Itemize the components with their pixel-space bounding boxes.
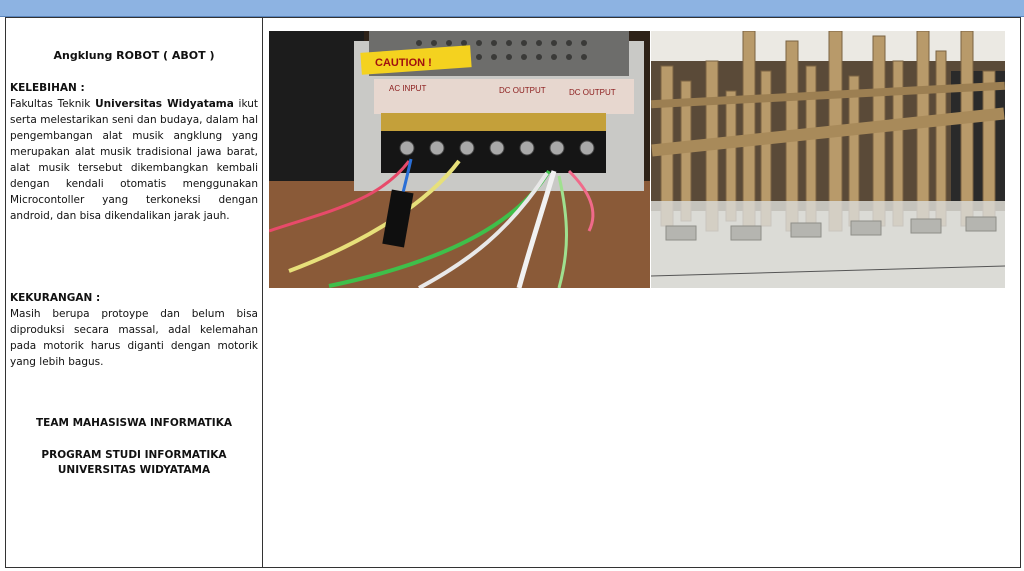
power-supply-photo: CAUTION ! AC INPUT DC OUTPUT DC OUTPUT (269, 31, 650, 288)
kelebihan-text-rest: ikut serta melestarikan seni dan budaya,… (10, 98, 258, 222)
column-divider (262, 17, 263, 568)
project-title: Angklung ROBOT ( ABOT ) (53, 49, 215, 62)
kelebihan-heading: KELEBIHAN : (10, 82, 85, 94)
caution-label: CAUTION ! (375, 57, 432, 69)
kelebihan-text: Fakultas Teknik Universitas Widyatama ik… (10, 96, 258, 224)
power-supply-illustration: CAUTION ! AC INPUT DC OUTPUT DC OUTPUT (269, 31, 650, 288)
angklung-robot-photo (651, 31, 1005, 288)
kelebihan-section: KELEBIHAN : Fakultas Teknik Universitas … (10, 80, 258, 224)
program-label: PROGRAM STUDI INFORMATIKA UNIVERSITAS WI… (10, 448, 258, 478)
kekurangan-section: KEKURANGAN : Masih berupa protoype dan b… (10, 290, 258, 370)
program-line-1: PROGRAM STUDI INFORMATIKA (41, 449, 227, 461)
kekurangan-heading: KEKURANGAN : (10, 292, 101, 304)
kelebihan-text-start: Fakultas Teknik (10, 98, 96, 110)
program-line-2: UNIVERSITAS WIDYATAMA (57, 464, 211, 476)
dc-output-label-2: DC OUTPUT (569, 88, 616, 97)
left-text-panel: Angklung ROBOT ( ABOT ) KELEBIHAN : Faku… (10, 17, 258, 567)
angklung-robot-illustration (651, 31, 1005, 288)
dc-output-label-1: DC OUTPUT (499, 86, 546, 95)
top-color-bar (0, 0, 1024, 17)
university-name: Universitas Widyatama (95, 98, 234, 110)
team-label: TEAM MAHASISWA INFORMATIKA (36, 417, 232, 429)
ac-input-label: AC INPUT (389, 84, 426, 93)
kekurangan-text: Masih berupa protoype dan belum bisa dip… (10, 308, 258, 368)
